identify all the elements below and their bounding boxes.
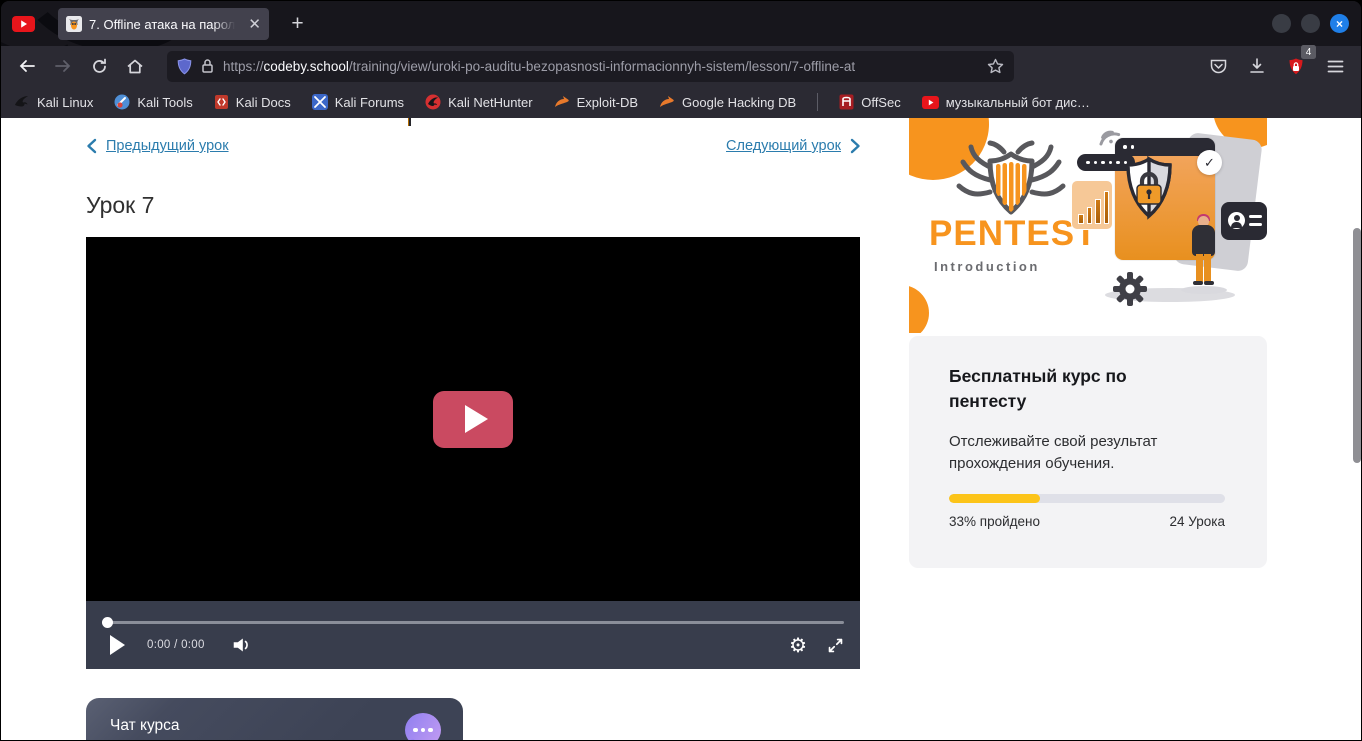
pentest-course-banner[interactable]: PENTEST Introduction ✓ — [909, 118, 1267, 333]
tab-active[interactable]: 7. Offline атака на пароли ✕ — [58, 8, 269, 40]
volume-icon[interactable] — [231, 636, 251, 654]
youtube-icon — [12, 16, 35, 32]
bookmark-google-hacking-db[interactable]: Google Hacking DB — [659, 95, 796, 110]
video-play-button[interactable] — [110, 635, 125, 655]
home-button[interactable] — [121, 52, 149, 80]
ghdb-bird-icon — [659, 95, 675, 109]
clipped-heading-remnant — [408, 118, 411, 126]
bookmarks-separator — [817, 93, 818, 111]
pentest-illustration: ✓ — [1091, 124, 1267, 329]
tab-close-icon[interactable]: ✕ — [248, 17, 261, 32]
bar-chart-graphic — [1071, 180, 1113, 230]
course-progress-fill — [949, 494, 1040, 503]
adblock-extension-icon[interactable]: 4 — [1282, 52, 1310, 80]
orange-circle-decor — [909, 285, 929, 333]
download-icon[interactable] — [1243, 52, 1271, 80]
page-scrollbar-thumb[interactable] — [1353, 228, 1361, 463]
id-card-graphic — [1221, 202, 1267, 240]
window-maximize-button[interactable] — [1301, 14, 1320, 33]
bookmark-kali-docs[interactable]: Kali Docs — [214, 94, 291, 110]
course-progress-card: Бесплатный курс по пентесту Отслеживайте… — [909, 336, 1267, 568]
bookmark-star-icon[interactable] — [987, 58, 1004, 74]
extension-badge: 4 — [1301, 45, 1316, 59]
bookmark-kali-tools[interactable]: Kali Tools — [114, 94, 192, 110]
bookmark-offsec[interactable]: OffSec — [839, 94, 901, 110]
chat-title: Чат курса — [110, 717, 180, 735]
reload-button[interactable] — [85, 52, 113, 80]
bookmark-kali-linux[interactable]: Kali Linux — [14, 95, 93, 110]
gear-graphic — [1111, 270, 1149, 308]
browser-window: 7. Offline атака на пароли ✕ + × — [1, 1, 1361, 740]
video-progress-bar[interactable] — [102, 621, 844, 624]
video-controls-bar: 0:00 / 0:00 ⚙ — [86, 601, 860, 669]
bookmarks-bar: Kali Linux Kali Tools Kali Docs Kali For… — [1, 86, 1361, 118]
forward-button[interactable] — [49, 52, 77, 80]
chevron-left-icon — [86, 138, 97, 154]
bookmark-kali-nethunter[interactable]: Kali NetHunter — [425, 94, 533, 110]
card-description: Отслеживайте свой результат прохождения … — [949, 431, 1219, 475]
tab-title: 7. Offline атака на пароли — [89, 17, 239, 32]
page-title: Урок 7 — [86, 192, 154, 219]
codeby-favicon-icon — [66, 16, 82, 32]
card-title: Бесплатный курс по пентесту — [949, 364, 1199, 415]
bookmark-music-bot[interactable]: музыкальный бот дис… — [922, 95, 1090, 110]
fullscreen-icon[interactable] — [827, 637, 844, 654]
pinned-tab-youtube[interactable] — [12, 16, 35, 32]
url-bar[interactable]: https://codeby.school/training/view/urok… — [167, 51, 1014, 82]
new-tab-button[interactable]: + — [285, 11, 310, 36]
browser-toolbar: https://codeby.school/training/view/urok… — [1, 46, 1361, 86]
video-big-play-button[interactable] — [433, 391, 513, 448]
window-minimize-button[interactable] — [1272, 14, 1291, 33]
tracking-protection-shield-icon[interactable] — [177, 58, 192, 75]
lessons-count-label: 24 Урока — [1170, 514, 1225, 529]
chevron-right-icon — [850, 138, 861, 154]
play-icon — [465, 405, 488, 433]
course-chat-widget[interactable]: Чат курса — [86, 698, 463, 740]
person-graphic — [1187, 216, 1221, 292]
page-content: Предыдущий урок Следующий урок Урок 7 — [1, 118, 1361, 740]
video-screen[interactable] — [86, 237, 860, 601]
video-player: 0:00 / 0:00 ⚙ — [86, 237, 860, 669]
progress-percent-label: 33% пройдено — [949, 514, 1040, 529]
video-time: 0:00 / 0:00 — [147, 639, 205, 651]
window-close-button[interactable]: × — [1330, 14, 1349, 33]
spider-shield-logo-icon — [945, 140, 1077, 220]
bookmark-kali-forums[interactable]: Kali Forums — [312, 94, 404, 110]
chat-bubble-icon[interactable] — [405, 713, 441, 740]
kali-docs-icon — [214, 94, 229, 110]
brand-subtitle: Introduction — [934, 259, 1040, 274]
course-progress-bar — [949, 494, 1225, 503]
next-lesson-link[interactable]: Следующий урок — [726, 138, 861, 154]
prev-lesson-link[interactable]: Предыдущий урок — [86, 138, 229, 154]
pocket-icon[interactable] — [1204, 52, 1232, 80]
youtube-icon — [922, 96, 939, 109]
offsec-icon — [839, 94, 854, 110]
shield-lock-graphic — [1121, 156, 1177, 224]
menu-hamburger-icon[interactable] — [1321, 52, 1349, 80]
kali-nethunter-icon — [425, 94, 441, 110]
lock-icon[interactable] — [201, 58, 214, 74]
kali-forums-icon — [312, 94, 328, 110]
toolbar-right-icons: 4 — [1204, 52, 1361, 80]
window-controls: × — [1272, 14, 1349, 33]
url-text: https://codeby.school/training/view/urok… — [223, 59, 979, 74]
back-button[interactable] — [13, 52, 41, 80]
check-badge-icon: ✓ — [1197, 150, 1222, 175]
video-settings-gear-icon[interactable]: ⚙ — [789, 635, 807, 655]
video-scrubber-handle[interactable] — [102, 617, 113, 628]
exploit-db-bird-icon — [554, 95, 570, 109]
kali-dragon-icon — [14, 95, 30, 109]
kali-tools-icon — [114, 94, 130, 110]
bookmark-exploit-db[interactable]: Exploit-DB — [554, 95, 638, 110]
tab-bar: 7. Offline атака на пароли ✕ + × — [1, 1, 1361, 46]
lesson-navigation: Предыдущий урок Следующий урок — [86, 138, 861, 154]
